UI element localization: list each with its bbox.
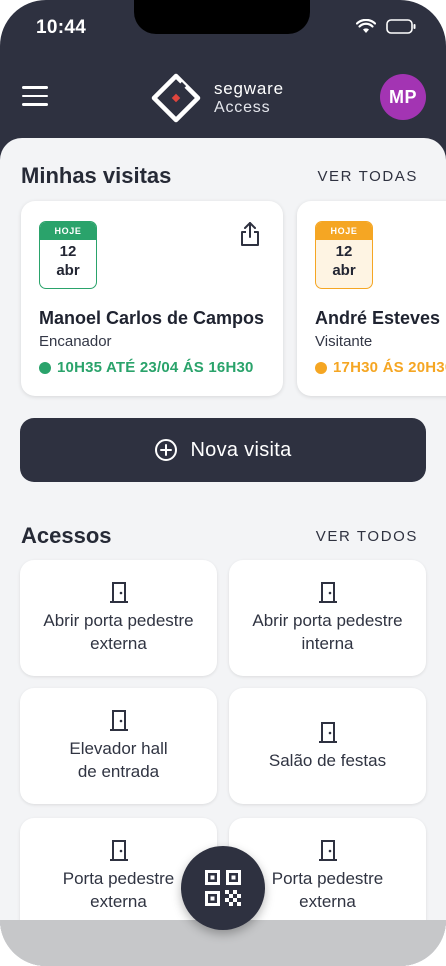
door-icon xyxy=(109,840,128,861)
visit-card[interactable]: HOJE 12 abr André Esteves Visitante 17H3… xyxy=(297,201,446,396)
visitor-role: Encanador xyxy=(39,333,112,350)
segware-logo-icon xyxy=(151,73,201,123)
door-icon xyxy=(318,582,337,603)
calendar-badge: HOJE 12 abr xyxy=(315,221,373,289)
visitor-name: Manoel Carlos de Campos xyxy=(39,308,265,328)
visitor-name: André Esteves xyxy=(315,308,441,328)
new-visit-label: Nova visita xyxy=(190,438,292,461)
visits-header: Minhas visitas VER TODAS xyxy=(21,162,418,190)
share-button[interactable] xyxy=(239,221,261,252)
access-item[interactable]: Elevador hall de entrada xyxy=(20,688,217,804)
visit-time-text: 10H35 ATÉ 23/04 ÁS 16H30 xyxy=(57,359,254,376)
access-title: Acessos xyxy=(21,523,112,548)
visit-time-text: 17H30 ÁS 20H30 xyxy=(333,359,446,376)
status-dot xyxy=(39,361,51,374)
brand-name: segware xyxy=(214,79,284,98)
calendar-month: abr xyxy=(332,262,356,279)
menu-button[interactable] xyxy=(22,86,48,106)
access-item[interactable]: Salão de festas xyxy=(229,688,426,804)
calendar-day: 12 xyxy=(335,243,353,260)
calendar-month: abr xyxy=(56,262,80,279)
calendar-badge-label: HOJE xyxy=(316,222,372,240)
access-item-label: Salão de festas xyxy=(268,750,387,770)
wifi-icon xyxy=(356,19,376,33)
access-item-label: Porta pedestre externa xyxy=(62,869,175,911)
top-bar: segware Access MP xyxy=(0,64,446,134)
access-item[interactable]: Abrir porta pedestre interna xyxy=(229,560,426,676)
visits-title: Minhas visitas xyxy=(21,163,172,188)
share-icon xyxy=(241,222,259,246)
main-content: Minhas visitas VER TODAS HOJE 12 abr Man… xyxy=(0,138,446,966)
access-item-label: Porta pedestre externa xyxy=(271,869,384,911)
notch xyxy=(134,0,310,34)
see-all-access-link[interactable]: VER TODOS xyxy=(316,528,418,545)
visit-card[interactable]: HOJE 12 abr Manoel Carlos de Campos Enca… xyxy=(21,201,283,396)
plus-circle-icon xyxy=(155,439,178,461)
battery-icon xyxy=(386,19,416,34)
brand-product: Access xyxy=(214,99,271,116)
visit-time: 10H35 ATÉ 23/04 ÁS 16H30 xyxy=(39,359,254,376)
phone-screen: 10:44 segware Access MP Minhas visitas V… xyxy=(0,0,446,966)
status-dot xyxy=(315,361,327,374)
door-icon xyxy=(318,840,337,861)
visitor-role: Visitante xyxy=(315,333,373,350)
calendar-day: 12 xyxy=(59,243,77,260)
access-item-label: Elevador hall de entrada xyxy=(69,739,168,781)
status-time: 10:44 xyxy=(36,17,87,38)
access-header: Acessos VER TODOS xyxy=(21,522,418,550)
avatar[interactable]: MP xyxy=(380,74,426,120)
see-all-visits-link[interactable]: VER TODAS xyxy=(317,168,418,185)
visit-time: 17H30 ÁS 20H30 xyxy=(315,359,446,376)
brand-logo: segware Access xyxy=(150,72,284,124)
door-icon xyxy=(109,582,128,603)
qr-code-icon xyxy=(205,870,241,906)
door-icon xyxy=(109,710,128,731)
access-item[interactable]: Abrir porta pedestre externa xyxy=(20,560,217,676)
status-icons xyxy=(356,19,416,34)
new-visit-button[interactable]: Nova visita xyxy=(20,418,426,482)
qr-code-button[interactable] xyxy=(181,846,265,930)
door-icon xyxy=(318,721,337,743)
access-item-label: Abrir porta pedestre interna xyxy=(252,611,403,653)
calendar-badge: HOJE 12 abr xyxy=(39,221,97,289)
calendar-badge-label: HOJE xyxy=(40,222,96,240)
access-item-label: Abrir porta pedestre externa xyxy=(43,611,194,653)
hamburger-icon xyxy=(22,86,48,89)
